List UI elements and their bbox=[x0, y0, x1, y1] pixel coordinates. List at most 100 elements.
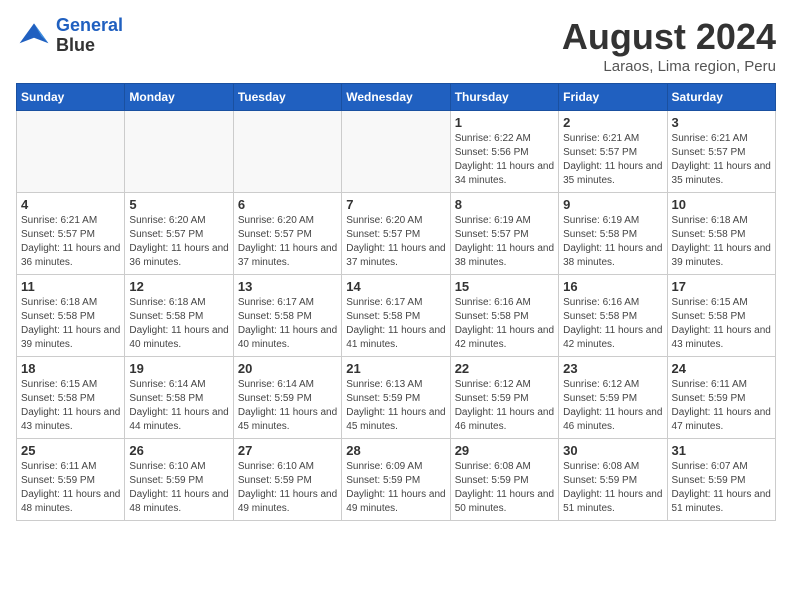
day-cell-14: 14Sunrise: 6:17 AMSunset: 5:58 PMDayligh… bbox=[342, 275, 450, 357]
day-cell-11: 11 Sunrise: 6:18 AMSunset: 5:58 PMDayligh… bbox=[17, 275, 125, 357]
day-info: Sunrise: 6:18 AMSunset: 5:58 PMDaylight:… bbox=[21, 297, 120, 350]
day-number: 30 bbox=[563, 443, 662, 458]
day-number: 28 bbox=[346, 443, 445, 458]
day-number: 27 bbox=[238, 443, 337, 458]
day-number: 24 bbox=[672, 361, 771, 376]
day-info: Sunrise: 6:07 AMSunset: 5:59 PMDaylight:… bbox=[672, 461, 771, 514]
weekday-header-monday: Monday bbox=[125, 84, 233, 111]
week-row-1: 1 Sunrise: 6:22 AMSunset: 5:56 PMDaylight… bbox=[17, 111, 776, 193]
day-cell-28: 28 Sunrise: 6:09 AMSunset: 5:59 PMDayligh… bbox=[342, 439, 450, 521]
day-number: 1 bbox=[455, 115, 554, 130]
day-cell-21: 21Sunrise: 6:13 AMSunset: 5:59 PMDayligh… bbox=[342, 357, 450, 439]
month-title: August 2024 bbox=[562, 16, 776, 58]
day-cell-17: 17 Sunrise: 6:15 AMSunset: 5:58 PMDayligh… bbox=[667, 275, 775, 357]
day-info: Sunrise: 6:13 AMSunset: 5:59 PMDaylight:… bbox=[346, 379, 445, 432]
day-number: 2 bbox=[563, 115, 662, 130]
calendar-body: 1 Sunrise: 6:22 AMSunset: 5:56 PMDaylight… bbox=[17, 111, 776, 521]
day-number: 12 bbox=[129, 279, 228, 294]
day-number: 11 bbox=[21, 279, 120, 294]
day-cell-19: 19 Sunrise: 6:14 AMSunset: 5:58 PMDayligh… bbox=[125, 357, 233, 439]
day-number: 23 bbox=[563, 361, 662, 376]
day-info: Sunrise: 6:08 AMSunset: 5:59 PMDaylight:… bbox=[455, 461, 554, 514]
day-number: 6 bbox=[238, 197, 337, 212]
day-cell-15: 15Sunrise: 6:16 AMSunset: 5:58 PMDayligh… bbox=[450, 275, 558, 357]
day-number: 9 bbox=[563, 197, 662, 212]
week-row-3: 11 Sunrise: 6:18 AMSunset: 5:58 PMDayligh… bbox=[17, 275, 776, 357]
day-info: Sunrise: 6:10 AMSunset: 5:59 PMDaylight:… bbox=[238, 461, 337, 514]
day-info: Sunrise: 6:19 AMSunset: 5:58 PMDaylight:… bbox=[563, 215, 662, 268]
day-cell-3: 3 Sunrise: 6:21 AMSunset: 5:57 PMDaylight… bbox=[667, 111, 775, 193]
day-info: Sunrise: 6:12 AMSunset: 5:59 PMDaylight:… bbox=[455, 379, 554, 432]
weekday-header-saturday: Saturday bbox=[667, 84, 775, 111]
day-cell-8: 8 Sunrise: 6:19 AMSunset: 5:57 PMDaylight… bbox=[450, 193, 558, 275]
day-cell-5: 5Sunrise: 6:20 AMSunset: 5:57 PMDaylight… bbox=[125, 193, 233, 275]
day-cell-31: 31 Sunrise: 6:07 AMSunset: 5:59 PMDayligh… bbox=[667, 439, 775, 521]
day-info: Sunrise: 6:21 AMSunset: 5:57 PMDaylight:… bbox=[563, 133, 662, 186]
week-row-2: 4Sunrise: 6:21 AMSunset: 5:57 PMDaylight… bbox=[17, 193, 776, 275]
day-number: 29 bbox=[455, 443, 554, 458]
day-cell-13: 13 Sunrise: 6:17 AMSunset: 5:58 PMDayligh… bbox=[233, 275, 341, 357]
day-cell-7: 7Sunrise: 6:20 AMSunset: 5:57 PMDaylight… bbox=[342, 193, 450, 275]
day-info: Sunrise: 6:15 AMSunset: 5:58 PMDaylight:… bbox=[672, 297, 771, 350]
day-number: 17 bbox=[672, 279, 771, 294]
logo: GeneralBlue bbox=[16, 16, 123, 56]
page-header: GeneralBlue August 2024 Laraos, Lima reg… bbox=[16, 16, 776, 75]
day-cell-2: 2 Sunrise: 6:21 AMSunset: 5:57 PMDaylight… bbox=[559, 111, 667, 193]
day-number: 20 bbox=[238, 361, 337, 376]
day-number: 14 bbox=[346, 279, 445, 294]
day-cell-23: 23Sunrise: 6:12 AMSunset: 5:59 PMDayligh… bbox=[559, 357, 667, 439]
day-number: 10 bbox=[672, 197, 771, 212]
day-cell-4: 4Sunrise: 6:21 AMSunset: 5:57 PMDaylight… bbox=[17, 193, 125, 275]
day-cell-10: 10Sunrise: 6:18 AMSunset: 5:58 PMDayligh… bbox=[667, 193, 775, 275]
day-cell-6: 6 Sunrise: 6:20 AMSunset: 5:57 PMDaylight… bbox=[233, 193, 341, 275]
empty-cell bbox=[342, 111, 450, 193]
logo-icon bbox=[16, 18, 52, 54]
empty-cell bbox=[17, 111, 125, 193]
day-number: 31 bbox=[672, 443, 771, 458]
day-cell-26: 26 Sunrise: 6:10 AMSunset: 5:59 PMDayligh… bbox=[125, 439, 233, 521]
empty-cell bbox=[233, 111, 341, 193]
day-info: Sunrise: 6:20 AMSunset: 5:57 PMDaylight:… bbox=[238, 215, 337, 268]
weekday-header-wednesday: Wednesday bbox=[342, 84, 450, 111]
day-info: Sunrise: 6:21 AMSunset: 5:57 PMDaylight:… bbox=[21, 215, 120, 268]
day-info: Sunrise: 6:18 AMSunset: 5:58 PMDaylight:… bbox=[129, 297, 228, 350]
day-cell-1: 1 Sunrise: 6:22 AMSunset: 5:56 PMDaylight… bbox=[450, 111, 558, 193]
day-number: 22 bbox=[455, 361, 554, 376]
day-info: Sunrise: 6:11 AMSunset: 5:59 PMDaylight:… bbox=[21, 461, 120, 514]
day-info: Sunrise: 6:21 AMSunset: 5:57 PMDaylight:… bbox=[672, 133, 771, 186]
weekday-header-friday: Friday bbox=[559, 84, 667, 111]
day-cell-18: 18 Sunrise: 6:15 AMSunset: 5:58 PMDayligh… bbox=[17, 357, 125, 439]
weekday-header-tuesday: Tuesday bbox=[233, 84, 341, 111]
day-info: Sunrise: 6:16 AMSunset: 5:58 PMDaylight:… bbox=[455, 297, 554, 350]
day-number: 7 bbox=[346, 197, 445, 212]
day-info: Sunrise: 6:08 AMSunset: 5:59 PMDaylight:… bbox=[563, 461, 662, 514]
day-number: 8 bbox=[455, 197, 554, 212]
day-info: Sunrise: 6:17 AMSunset: 5:58 PMDaylight:… bbox=[238, 297, 337, 350]
day-info: Sunrise: 6:14 AMSunset: 5:58 PMDaylight:… bbox=[129, 379, 228, 432]
logo-text: GeneralBlue bbox=[56, 16, 123, 56]
day-cell-24: 24 Sunrise: 6:11 AMSunset: 5:59 PMDayligh… bbox=[667, 357, 775, 439]
day-info: Sunrise: 6:10 AMSunset: 5:59 PMDaylight:… bbox=[129, 461, 228, 514]
day-cell-29: 29 Sunrise: 6:08 AMSunset: 5:59 PMDayligh… bbox=[450, 439, 558, 521]
day-number: 3 bbox=[672, 115, 771, 130]
day-cell-9: 9 Sunrise: 6:19 AMSunset: 5:58 PMDaylight… bbox=[559, 193, 667, 275]
day-info: Sunrise: 6:19 AMSunset: 5:57 PMDaylight:… bbox=[455, 215, 554, 268]
day-info: Sunrise: 6:22 AMSunset: 5:56 PMDaylight:… bbox=[455, 133, 554, 186]
title-block: August 2024 Laraos, Lima region, Peru bbox=[562, 16, 776, 75]
day-number: 19 bbox=[129, 361, 228, 376]
day-cell-20: 20Sunrise: 6:14 AMSunset: 5:59 PMDayligh… bbox=[233, 357, 341, 439]
day-cell-12: 12 Sunrise: 6:18 AMSunset: 5:58 PMDayligh… bbox=[125, 275, 233, 357]
day-info: Sunrise: 6:09 AMSunset: 5:59 PMDaylight:… bbox=[346, 461, 445, 514]
day-number: 25 bbox=[21, 443, 120, 458]
day-info: Sunrise: 6:15 AMSunset: 5:58 PMDaylight:… bbox=[21, 379, 120, 432]
day-number: 26 bbox=[129, 443, 228, 458]
day-number: 13 bbox=[238, 279, 337, 294]
week-row-4: 18 Sunrise: 6:15 AMSunset: 5:58 PMDayligh… bbox=[17, 357, 776, 439]
weekday-header-thursday: Thursday bbox=[450, 84, 558, 111]
day-info: Sunrise: 6:16 AMSunset: 5:58 PMDaylight:… bbox=[563, 297, 662, 350]
day-number: 18 bbox=[21, 361, 120, 376]
day-info: Sunrise: 6:11 AMSunset: 5:59 PMDaylight:… bbox=[672, 379, 771, 432]
day-info: Sunrise: 6:20 AMSunset: 5:57 PMDaylight:… bbox=[129, 215, 228, 268]
day-cell-22: 22 Sunrise: 6:12 AMSunset: 5:59 PMDayligh… bbox=[450, 357, 558, 439]
empty-cell bbox=[125, 111, 233, 193]
